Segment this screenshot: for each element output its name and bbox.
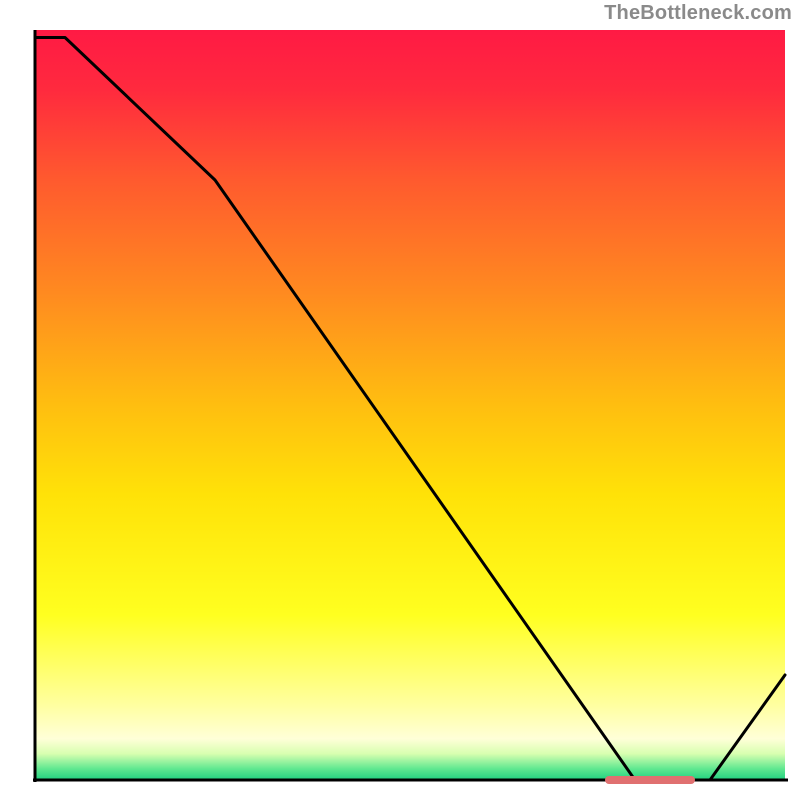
plot-background — [35, 30, 785, 780]
chart-container: TheBottleneck.com — [0, 0, 800, 800]
chart-svg — [0, 0, 800, 800]
optimal-range-marker — [605, 776, 695, 784]
